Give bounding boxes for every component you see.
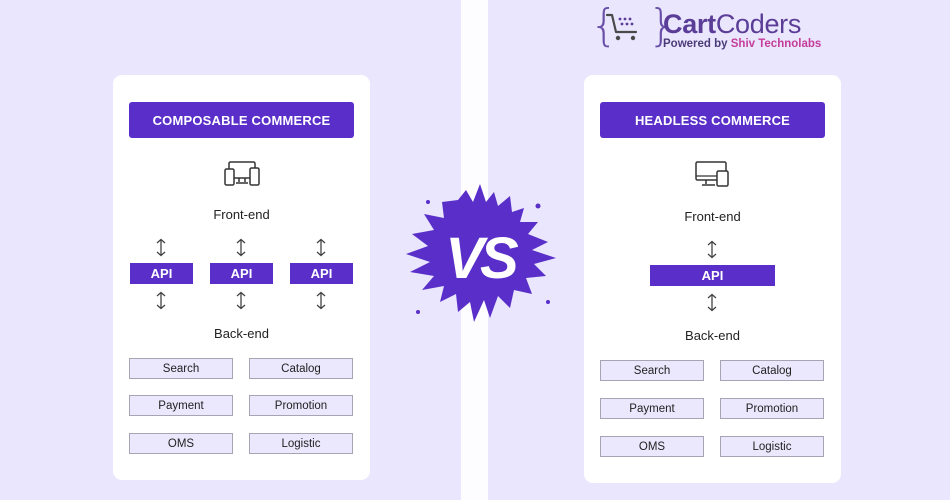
brand-name-light: Coders — [715, 9, 802, 39]
frontend-label: Front-end — [684, 209, 741, 224]
brand-name-bold: Cart — [663, 9, 716, 39]
api-box: API — [130, 263, 193, 284]
frontend-label: Front-end — [213, 207, 270, 222]
module-payment: Payment — [129, 395, 233, 416]
bidirectional-arrow-icon — [156, 291, 166, 310]
vs-splash: VS — [406, 184, 556, 322]
tagline-company: Shiv Technolabs — [730, 38, 822, 50]
module-search: Search — [600, 360, 704, 381]
module-payment: Payment — [600, 398, 704, 419]
api-box: API — [650, 265, 775, 286]
vs-label: VS — [445, 226, 519, 291]
module-oms: OMS — [129, 433, 233, 454]
shopping-cart-icon — [605, 13, 638, 41]
brand-name: CartCoders — [663, 9, 801, 39]
splash-droplet — [535, 203, 541, 209]
module-promotion: Promotion — [720, 398, 824, 419]
splash-droplet — [546, 300, 550, 304]
module-logistic: Logistic — [249, 433, 353, 454]
module-oms: OMS — [600, 436, 704, 457]
monitor-phone-icon — [694, 161, 729, 187]
api-box: API — [290, 263, 353, 284]
module-catalog: Catalog — [249, 358, 353, 379]
bidirectional-arrow-icon — [316, 238, 326, 257]
brand-tagline: Powered by Shiv Technolabs — [663, 38, 821, 50]
bidirectional-arrow-icon — [707, 293, 717, 312]
backend-label: Back-end — [685, 328, 740, 343]
headless-title: HEADLESS COMMERCE — [600, 102, 825, 138]
bidirectional-arrow-icon — [156, 238, 166, 257]
devices-icon — [223, 161, 260, 186]
module-promotion: Promotion — [249, 395, 353, 416]
api-box: API — [210, 263, 273, 284]
bidirectional-arrow-icon — [707, 240, 717, 259]
module-catalog: Catalog — [720, 360, 824, 381]
bidirectional-arrow-icon — [236, 291, 246, 310]
tagline-prefix: Powered by — [663, 38, 731, 50]
bidirectional-arrow-icon — [236, 238, 246, 257]
bidirectional-arrow-icon — [316, 291, 326, 310]
module-search: Search — [129, 358, 233, 379]
composable-commerce-card: COMPOSABLE COMMERCE Front-end API API AP… — [113, 75, 370, 480]
module-logistic: Logistic — [720, 436, 824, 457]
backend-label: Back-end — [214, 326, 269, 341]
splash-droplet — [416, 310, 420, 314]
cartcoders-logo: { } CartCoders Powered by Shiv Technolab… — [590, 2, 821, 52]
splash-droplet — [426, 200, 430, 204]
composable-title: COMPOSABLE COMMERCE — [129, 102, 354, 138]
headless-commerce-card: HEADLESS COMMERCE Front-end API Back-end… — [584, 75, 841, 483]
